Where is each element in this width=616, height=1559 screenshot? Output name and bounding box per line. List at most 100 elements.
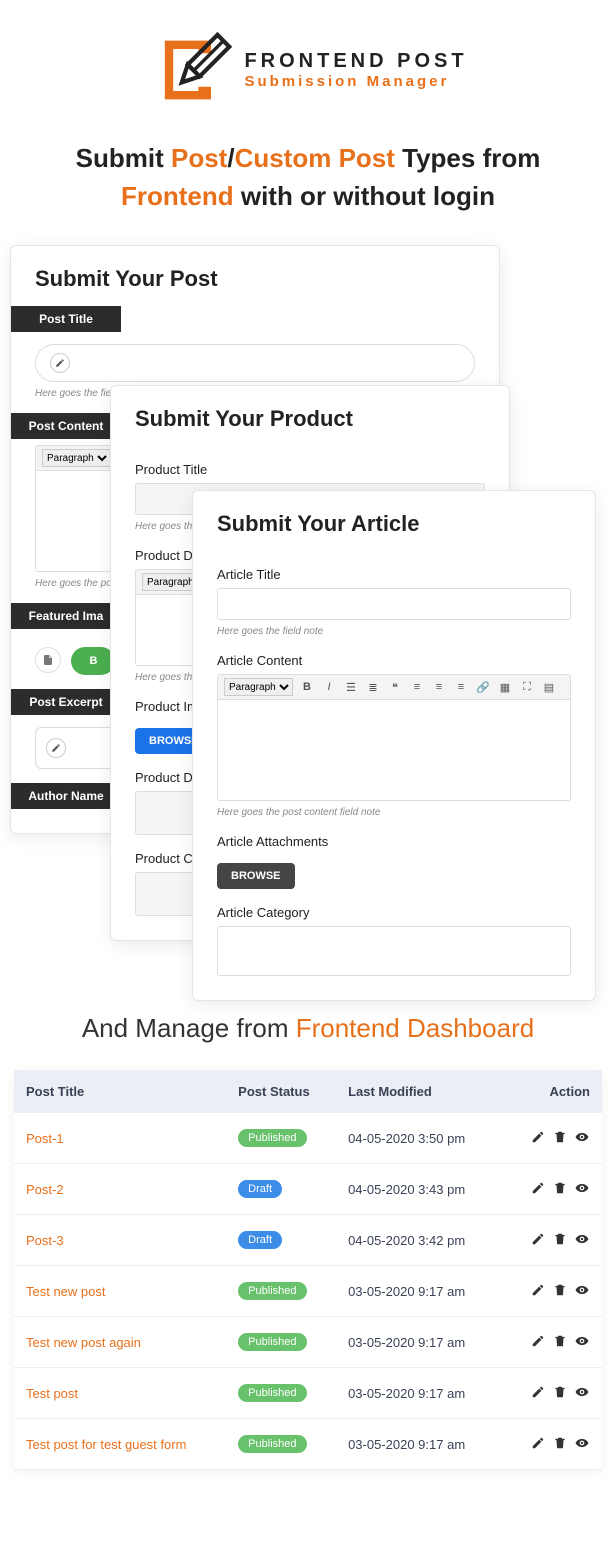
logo-line2: Submission Manager — [244, 73, 467, 90]
status-badge: Published — [238, 1282, 306, 1300]
view-icon[interactable] — [574, 1231, 590, 1247]
paragraph-select[interactable]: Paragraph — [224, 678, 293, 696]
row-modified: 04-05-2020 3:50 pm — [336, 1113, 498, 1164]
article-category-input[interactable] — [217, 926, 571, 976]
tagline-text: Submit — [76, 143, 171, 173]
row-actions — [498, 1113, 602, 1164]
trash-icon[interactable] — [552, 1333, 568, 1349]
row-modified: 03-05-2020 9:17 am — [336, 1266, 498, 1317]
fullscreen-icon[interactable]: ⛶ — [519, 679, 535, 695]
edit-icon[interactable] — [530, 1333, 546, 1349]
logo-line1: FRONTEND POST — [244, 50, 467, 73]
row-title[interactable]: Test new post — [14, 1266, 226, 1317]
card-title: Submit Your Post — [11, 246, 499, 306]
row-actions — [498, 1419, 602, 1470]
view-icon[interactable] — [574, 1435, 590, 1451]
card-title: Submit Your Product — [111, 386, 509, 446]
row-status: Published — [226, 1419, 336, 1470]
row-title[interactable]: Test new post again — [14, 1317, 226, 1368]
form-cards-stack: Submit Your Post Post Title Here goes th… — [0, 245, 616, 985]
edit-icon[interactable] — [530, 1384, 546, 1400]
edit-icon[interactable] — [530, 1282, 546, 1298]
status-badge: Published — [238, 1333, 306, 1351]
trash-icon[interactable] — [552, 1384, 568, 1400]
tagline-accent-frontend: Frontend — [121, 181, 234, 211]
tagline-text: Types from — [395, 143, 540, 173]
row-modified: 03-05-2020 9:17 am — [336, 1419, 498, 1470]
status-badge: Draft — [238, 1180, 282, 1198]
view-icon[interactable] — [574, 1384, 590, 1400]
row-status: Published — [226, 1317, 336, 1368]
row-actions — [498, 1215, 602, 1266]
trash-icon[interactable] — [552, 1282, 568, 1298]
post-title-input[interactable] — [35, 344, 475, 382]
align-left-icon[interactable]: ≡ — [409, 679, 425, 695]
view-icon[interactable] — [574, 1282, 590, 1298]
article-category-label: Article Category — [217, 905, 571, 920]
insert-icon[interactable]: ▦ — [497, 679, 513, 695]
table-row: Post-1 Published 04-05-2020 3:50 pm — [14, 1113, 602, 1164]
col-status: Post Status — [226, 1070, 336, 1113]
link-icon[interactable]: 🔗 — [475, 679, 491, 695]
table-row: Post-2 Draft 04-05-2020 3:43 pm — [14, 1164, 602, 1215]
pencil-icon — [46, 738, 66, 758]
view-icon[interactable] — [574, 1129, 590, 1145]
article-content-editor[interactable]: Paragraph B I ☰ ≣ ❝ ≡ ≡ ≡ 🔗 ▦ ⛶ ▤ — [217, 674, 571, 801]
editor-toolbar[interactable]: Paragraph B I ☰ ≣ ❝ ≡ ≡ ≡ 🔗 ▦ ⛶ ▤ — [218, 675, 570, 700]
list-bullet-icon[interactable]: ☰ — [343, 679, 359, 695]
align-center-icon[interactable]: ≡ — [431, 679, 447, 695]
view-icon[interactable] — [574, 1180, 590, 1196]
article-title-input[interactable] — [217, 588, 571, 620]
row-title[interactable]: Post-1 — [14, 1113, 226, 1164]
file-icon — [35, 647, 61, 673]
row-status: Published — [226, 1266, 336, 1317]
trash-icon[interactable] — [552, 1180, 568, 1196]
row-status: Published — [226, 1113, 336, 1164]
edit-icon[interactable] — [530, 1180, 546, 1196]
status-badge: Published — [238, 1129, 306, 1147]
row-status: Draft — [226, 1215, 336, 1266]
bold-icon[interactable]: B — [299, 679, 315, 695]
row-title[interactable]: Test post — [14, 1368, 226, 1419]
row-actions — [498, 1317, 602, 1368]
tagline-accent-post: Post — [171, 143, 227, 173]
quote-icon[interactable]: ❝ — [387, 679, 403, 695]
row-actions — [498, 1266, 602, 1317]
tagline: Submit Post/Custom Post Types from Front… — [0, 130, 616, 245]
editor-area[interactable] — [218, 700, 570, 800]
status-badge: Published — [238, 1384, 306, 1402]
trash-icon[interactable] — [552, 1231, 568, 1247]
more-icon[interactable]: ▤ — [541, 679, 557, 695]
post-content-label: Post Content — [11, 413, 121, 439]
edit-icon[interactable] — [530, 1435, 546, 1451]
edit-icon[interactable] — [530, 1231, 546, 1247]
col-modified: Last Modified — [336, 1070, 498, 1113]
italic-icon[interactable]: I — [321, 679, 337, 695]
row-modified: 04-05-2020 3:42 pm — [336, 1215, 498, 1266]
article-title-note: Here goes the field note — [217, 626, 571, 637]
row-title[interactable]: Post-3 — [14, 1215, 226, 1266]
table-row: Post-3 Draft 04-05-2020 3:42 pm — [14, 1215, 602, 1266]
paragraph-select[interactable]: Paragraph — [42, 449, 111, 467]
upload-button[interactable]: B — [71, 647, 115, 675]
row-status: Published — [226, 1368, 336, 1419]
dashboard-table: Post Title Post Status Last Modified Act… — [14, 1070, 602, 1470]
row-title[interactable]: Post-2 — [14, 1164, 226, 1215]
list-number-icon[interactable]: ≣ — [365, 679, 381, 695]
trash-icon[interactable] — [552, 1435, 568, 1451]
status-badge: Draft — [238, 1231, 282, 1249]
table-row: Test new post Published 03-05-2020 9:17 am — [14, 1266, 602, 1317]
tagline2-text: And Manage from — [82, 1013, 296, 1043]
row-modified: 04-05-2020 3:43 pm — [336, 1164, 498, 1215]
trash-icon[interactable] — [552, 1129, 568, 1145]
edit-icon[interactable] — [530, 1129, 546, 1145]
post-excerpt-label: Post Excerpt — [11, 689, 121, 715]
align-right-icon[interactable]: ≡ — [453, 679, 469, 695]
hero-logo: FRONTEND POST Submission Manager — [0, 0, 616, 130]
browse-button[interactable]: BROWSE — [217, 863, 295, 889]
view-icon[interactable] — [574, 1333, 590, 1349]
row-title[interactable]: Test post for test guest form — [14, 1419, 226, 1470]
tagline-sep: / — [227, 143, 234, 173]
row-modified: 03-05-2020 9:17 am — [336, 1368, 498, 1419]
product-title-label: Product Title — [135, 462, 485, 477]
